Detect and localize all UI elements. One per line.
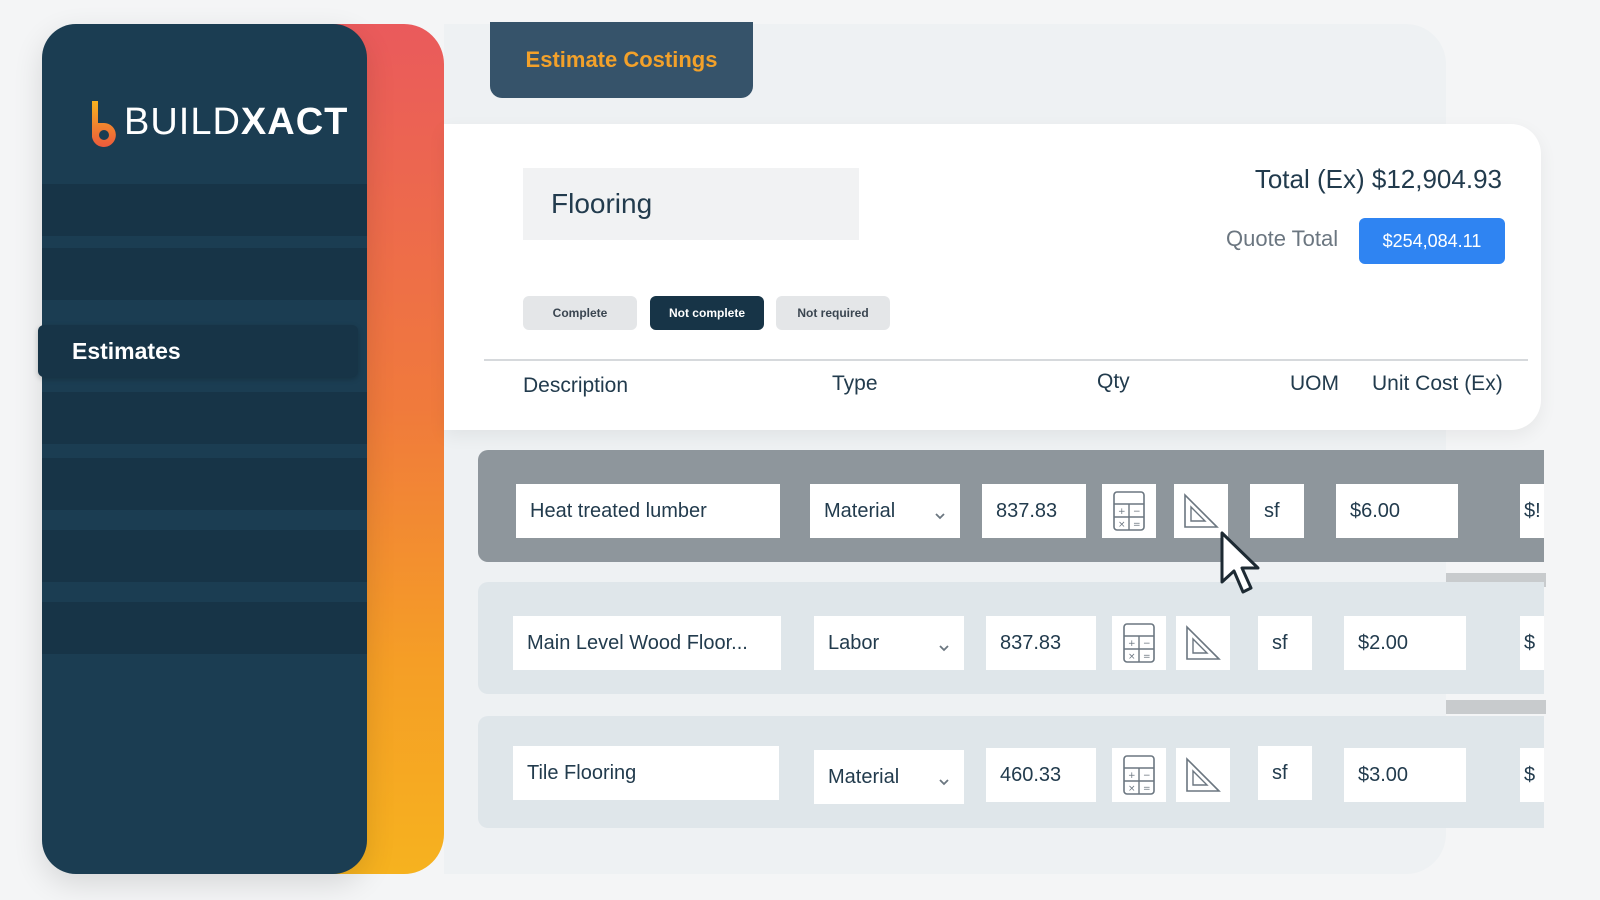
set-square-icon[interactable]	[1176, 748, 1230, 802]
quote-total-value: $254,084.11	[1382, 230, 1482, 251]
svg-text:+: +	[1118, 507, 1126, 517]
status-filter-label: Complete	[552, 306, 608, 320]
chevron-down-icon	[938, 637, 950, 652]
qty-value: 837.83	[1000, 631, 1062, 654]
column-header-unit-cost[interactable]: Unit Cost (Ex)	[1372, 372, 1503, 396]
type-select[interactable]: Material	[810, 484, 960, 538]
table-row[interactable]: Heat treated lumber Material 837.83 + − × =…	[478, 450, 1544, 562]
status-filter-complete[interactable]: Complete	[523, 296, 637, 330]
column-header-qty[interactable]: Qty	[1097, 370, 1130, 394]
type-value: Labor	[828, 631, 880, 654]
unit-cost-input[interactable]: $3.00	[1344, 748, 1466, 802]
total-cost-clipped-value: $	[1524, 763, 1536, 786]
type-value: Material	[828, 765, 900, 788]
logo-text-bold: XACT	[240, 100, 349, 143]
calculator-icon[interactable]: + − × =	[1112, 748, 1166, 802]
mouse-pointer-icon	[1218, 530, 1268, 598]
sidebar-item-estimates[interactable]: Estimates	[38, 325, 358, 377]
total-cost-clipped-value: $	[1524, 631, 1536, 654]
description-input[interactable]: Main Level Wood Floor...	[513, 616, 781, 670]
svg-text:=: =	[1133, 520, 1141, 530]
sidebar-item-placeholder[interactable]	[42, 392, 367, 444]
sidebar-item-label: Estimates	[72, 337, 181, 364]
uom-input[interactable]: sf	[1258, 746, 1312, 800]
sidebar-item-placeholder[interactable]	[42, 530, 367, 582]
svg-text:=: =	[1143, 784, 1151, 794]
unit-cost-value: $3.00	[1358, 763, 1409, 786]
unit-cost-input[interactable]: $2.00	[1344, 616, 1466, 670]
uom-input[interactable]: sf	[1258, 616, 1312, 670]
tab-estimate-costings[interactable]: Estimate Costings	[490, 22, 753, 98]
uom-value: sf	[1272, 631, 1288, 654]
svg-text:−: −	[1143, 639, 1151, 649]
svg-text:=: =	[1143, 652, 1151, 662]
svg-text:−: −	[1143, 771, 1151, 781]
app-logo-text: BUILDXACT	[124, 101, 348, 144]
sidebar: BUILDXACT	[42, 24, 367, 874]
table-row[interactable]: Tile Flooring Material 460.33 + − × = sf $3…	[478, 716, 1544, 828]
total-ex: Total (Ex) $12,904.93	[1254, 164, 1502, 194]
svg-text:+: +	[1128, 771, 1136, 781]
description-input[interactable]: Heat treated lumber	[516, 484, 780, 538]
calculator-icon[interactable]: + − × =	[1102, 484, 1156, 538]
unit-cost-value: $2.00	[1358, 631, 1409, 654]
uom-value: sf	[1264, 499, 1280, 522]
qty-input[interactable]: 460.33	[986, 748, 1096, 802]
chevron-down-icon	[938, 771, 950, 786]
row-shadow	[1446, 700, 1546, 714]
sidebar-item-placeholder[interactable]	[42, 602, 367, 654]
section-title-field[interactable]: Flooring	[523, 168, 859, 240]
svg-text:×: ×	[1128, 784, 1136, 794]
uom-value: sf	[1272, 761, 1288, 784]
total-cost-input[interactable]: $	[1520, 616, 1544, 670]
table-row[interactable]: Main Level Wood Floor... Labor 837.83 + −…	[478, 582, 1544, 694]
description-value: Heat treated lumber	[530, 499, 707, 522]
type-select[interactable]: Labor	[814, 616, 964, 670]
tab-label: Estimate Costings	[525, 47, 718, 72]
status-filter-not-required[interactable]: Not required	[776, 296, 890, 330]
buildxact-b-logo-icon	[86, 97, 116, 147]
column-header-type[interactable]: Type	[832, 372, 878, 396]
logo-text-light: BUILD	[124, 100, 241, 143]
column-header-uom[interactable]: UOM	[1290, 372, 1339, 396]
description-value: Tile Flooring	[527, 761, 637, 784]
set-square-icon[interactable]	[1176, 616, 1230, 670]
quote-total-label: Quote Total	[1226, 226, 1339, 251]
sidebar-item-placeholder[interactable]	[42, 458, 367, 510]
column-header-description[interactable]: Description	[523, 374, 628, 398]
section-title: Flooring	[551, 188, 653, 219]
app-logo[interactable]: BUILDXACT	[86, 86, 348, 158]
chevron-down-icon	[934, 505, 946, 520]
status-filter-label: Not required	[797, 306, 869, 320]
svg-text:×: ×	[1128, 652, 1136, 662]
description-value: Main Level Wood Floor...	[527, 631, 748, 654]
qty-input[interactable]: 837.83	[986, 616, 1096, 670]
status-filter-label: Not complete	[668, 306, 745, 320]
unit-cost-input[interactable]: $6.00	[1336, 484, 1458, 538]
qty-input[interactable]: 837.83	[982, 484, 1086, 538]
svg-text:+: +	[1128, 639, 1136, 649]
total-cost-input[interactable]: $!	[1520, 484, 1544, 538]
total-cost-clipped-value: $!	[1524, 499, 1541, 522]
status-filter-not-complete[interactable]: Not complete	[650, 296, 764, 330]
sidebar-item-placeholder[interactable]	[42, 248, 367, 300]
qty-value: 837.83	[996, 499, 1058, 522]
qty-value: 460.33	[1000, 763, 1062, 786]
svg-text:×: ×	[1118, 520, 1126, 530]
unit-cost-value: $6.00	[1350, 499, 1401, 522]
calculator-icon[interactable]: + − × =	[1112, 616, 1166, 670]
type-select[interactable]: Material	[814, 750, 964, 804]
sidebar-item-placeholder[interactable]	[42, 184, 367, 236]
quote-total-button[interactable]: $254,084.11	[1359, 218, 1505, 264]
svg-text:−: −	[1133, 507, 1141, 517]
header-divider	[484, 359, 1528, 361]
total-cost-input[interactable]: $	[1520, 748, 1544, 802]
type-value: Material	[824, 499, 896, 522]
description-input[interactable]: Tile Flooring	[513, 746, 779, 800]
